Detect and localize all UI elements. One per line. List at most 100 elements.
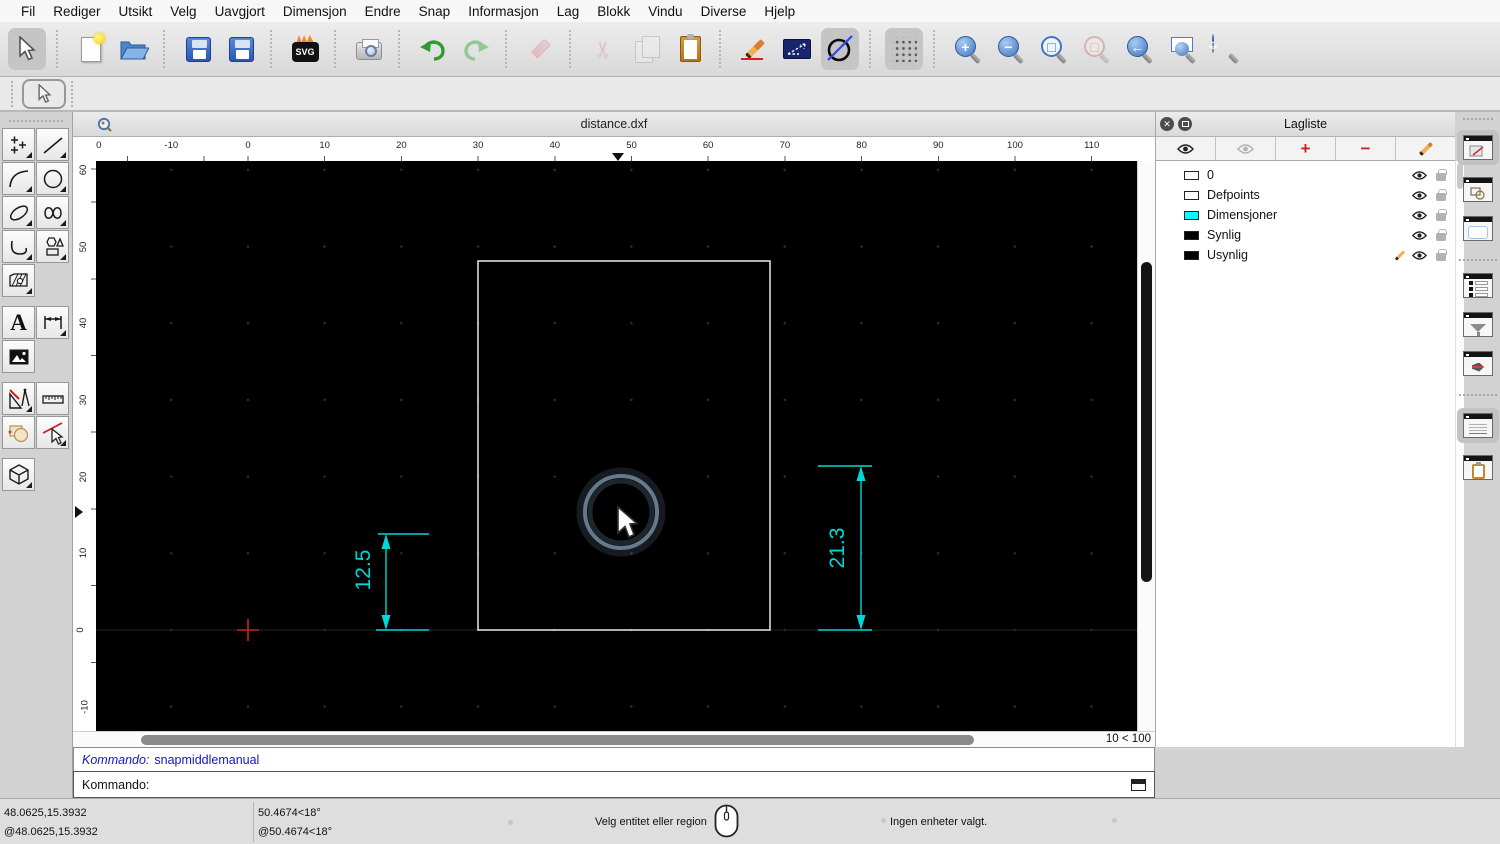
detach-window-icon[interactable] xyxy=(1178,117,1192,131)
grid-toggle-button[interactable] xyxy=(885,28,923,70)
drawing-window-titlebar[interactable]: distance.dxf xyxy=(73,112,1155,137)
dock-property-editor-button[interactable] xyxy=(1457,130,1499,165)
layer-color-swatch[interactable] xyxy=(1184,170,1199,180)
menu-diverse[interactable]: Diverse xyxy=(692,4,756,19)
eye-icon[interactable] xyxy=(1412,190,1427,201)
selection-mode-button[interactable] xyxy=(22,78,66,109)
select-tool-button[interactable] xyxy=(8,28,46,70)
layer-color-swatch[interactable] xyxy=(1184,210,1199,220)
open-file-button[interactable] xyxy=(115,28,153,70)
eye-icon[interactable] xyxy=(1412,170,1427,181)
dock-command-line-button[interactable] xyxy=(1457,408,1499,443)
menu-uavgjort[interactable]: Uavgjort xyxy=(206,4,274,19)
polyline-tools-button[interactable] xyxy=(2,230,35,263)
dimension-tools-button[interactable] xyxy=(36,306,69,339)
overlay-shapes-button[interactable] xyxy=(2,416,35,449)
shape-tools-button[interactable] xyxy=(36,230,69,263)
arc-tools-button[interactable] xyxy=(2,162,35,195)
horizontal-scrollbar-thumb[interactable] xyxy=(141,735,974,745)
lock-icon[interactable] xyxy=(1436,228,1447,241)
menu-endre[interactable]: Endre xyxy=(356,4,410,19)
edit-layer-button[interactable] xyxy=(1396,137,1455,160)
add-layer-button[interactable]: + xyxy=(1276,137,1336,160)
print-preview-button[interactable] xyxy=(350,28,388,70)
layer-row[interactable]: Defpoints xyxy=(1156,185,1455,205)
layer-row[interactable]: 0 xyxy=(1156,165,1455,185)
snap-select-button[interactable] xyxy=(36,416,69,449)
dock-library-button[interactable] xyxy=(1463,351,1493,376)
cut-button[interactable]: ✂ xyxy=(585,28,623,70)
measure-tool-button[interactable] xyxy=(36,382,69,415)
paste-button[interactable] xyxy=(671,28,709,70)
spline-tools-button[interactable] xyxy=(36,196,69,229)
zoom-previous-button[interactable]: ← xyxy=(1121,28,1159,70)
layer-color-swatch[interactable] xyxy=(1184,250,1199,260)
remove-layer-button[interactable]: − xyxy=(1336,137,1396,160)
menu-blokk[interactable]: Blokk xyxy=(588,4,639,19)
dock-handle[interactable] xyxy=(1463,118,1493,120)
dock-layer-list-button[interactable] xyxy=(1463,273,1493,298)
menu-lag[interactable]: Lag xyxy=(548,4,589,19)
svg-export-button[interactable]: SVG xyxy=(286,28,324,70)
layer-row[interactable]: Dimensjoner xyxy=(1156,205,1455,225)
dock-block-list-button[interactable] xyxy=(1463,177,1493,202)
menu-snap[interactable]: Snap xyxy=(410,4,460,19)
hatch-tools-button[interactable] xyxy=(2,264,35,297)
command-input[interactable]: Kommando: xyxy=(73,771,1155,798)
drawing-canvas[interactable]: 12.5 21.3 xyxy=(95,161,1138,731)
palette-handle[interactable] xyxy=(9,120,63,122)
eye-icon[interactable] xyxy=(1412,250,1427,261)
dock-selection-filter-button[interactable] xyxy=(1463,312,1493,337)
circle-tools-button[interactable] xyxy=(36,162,69,195)
menu-dimensjon[interactable]: Dimensjon xyxy=(274,4,356,19)
menu-rediger[interactable]: Rediger xyxy=(44,4,109,19)
command-window-toggle-icon[interactable] xyxy=(1131,778,1146,791)
menu-vindu[interactable]: Vindu xyxy=(639,4,691,19)
layer-panel-titlebar[interactable]: ✕ Lagliste xyxy=(1156,112,1455,137)
text-tool-button[interactable]: A xyxy=(2,306,35,339)
rectangle-entity[interactable] xyxy=(477,260,771,631)
save-as-button[interactable] xyxy=(222,28,260,70)
3d-tools-button[interactable] xyxy=(2,458,35,491)
new-file-button[interactable] xyxy=(72,28,110,70)
dock-view-button[interactable] xyxy=(1463,216,1493,241)
layer-color-swatch[interactable] xyxy=(1184,190,1199,200)
hide-all-layers-button[interactable] xyxy=(1216,137,1276,160)
menu-velg[interactable]: Velg xyxy=(161,4,205,19)
undo-button[interactable] xyxy=(414,28,452,70)
eye-icon[interactable] xyxy=(1412,230,1427,241)
layer-color-swatch[interactable] xyxy=(1184,230,1199,240)
line-properties-button[interactable] xyxy=(778,28,816,70)
zoom-in-button[interactable]: + xyxy=(949,28,987,70)
zoom-auto-button[interactable]: □ xyxy=(1035,28,1073,70)
close-icon[interactable]: ✕ xyxy=(1160,117,1174,131)
lock-icon[interactable] xyxy=(1436,168,1447,181)
menu-hjelp[interactable]: Hjelp xyxy=(755,4,804,19)
zoom-out-button[interactable]: − xyxy=(992,28,1030,70)
menu-fil[interactable]: Fil xyxy=(12,4,44,19)
point-tools-button[interactable] xyxy=(2,128,35,161)
menu-informasjon[interactable]: Informasjon xyxy=(459,4,548,19)
pan-button[interactable]: ↔ ↕ xyxy=(1206,28,1245,70)
dock-clipboard-button[interactable] xyxy=(1463,455,1493,480)
save-button[interactable] xyxy=(179,28,217,70)
toolbar-handle[interactable] xyxy=(11,80,17,107)
horizontal-scrollbar[interactable]: 10 < 100 xyxy=(73,731,1155,747)
layer-row[interactable]: Synlig xyxy=(1156,225,1455,245)
draw-pencil-button[interactable] xyxy=(735,28,773,70)
zoom-selection-button[interactable]: □ xyxy=(1078,28,1116,70)
zoom-window-button[interactable] xyxy=(1164,28,1202,70)
image-tool-button[interactable] xyxy=(2,340,35,373)
erase-button[interactable] xyxy=(521,28,559,70)
eye-icon[interactable] xyxy=(1412,210,1427,221)
vertical-scrollbar-thumb[interactable] xyxy=(1141,262,1153,582)
circle-linetype-button[interactable] xyxy=(821,28,859,70)
lock-icon[interactable] xyxy=(1436,188,1447,201)
layer-row-current[interactable]: Usynlig xyxy=(1156,245,1455,265)
vertical-scrollbar[interactable] xyxy=(1137,161,1155,731)
line-tools-button[interactable] xyxy=(36,128,69,161)
redo-button[interactable] xyxy=(457,28,495,70)
lock-icon[interactable] xyxy=(1436,208,1447,221)
menu-utsikt[interactable]: Utsikt xyxy=(110,4,162,19)
ellipse-tools-button[interactable] xyxy=(2,196,35,229)
